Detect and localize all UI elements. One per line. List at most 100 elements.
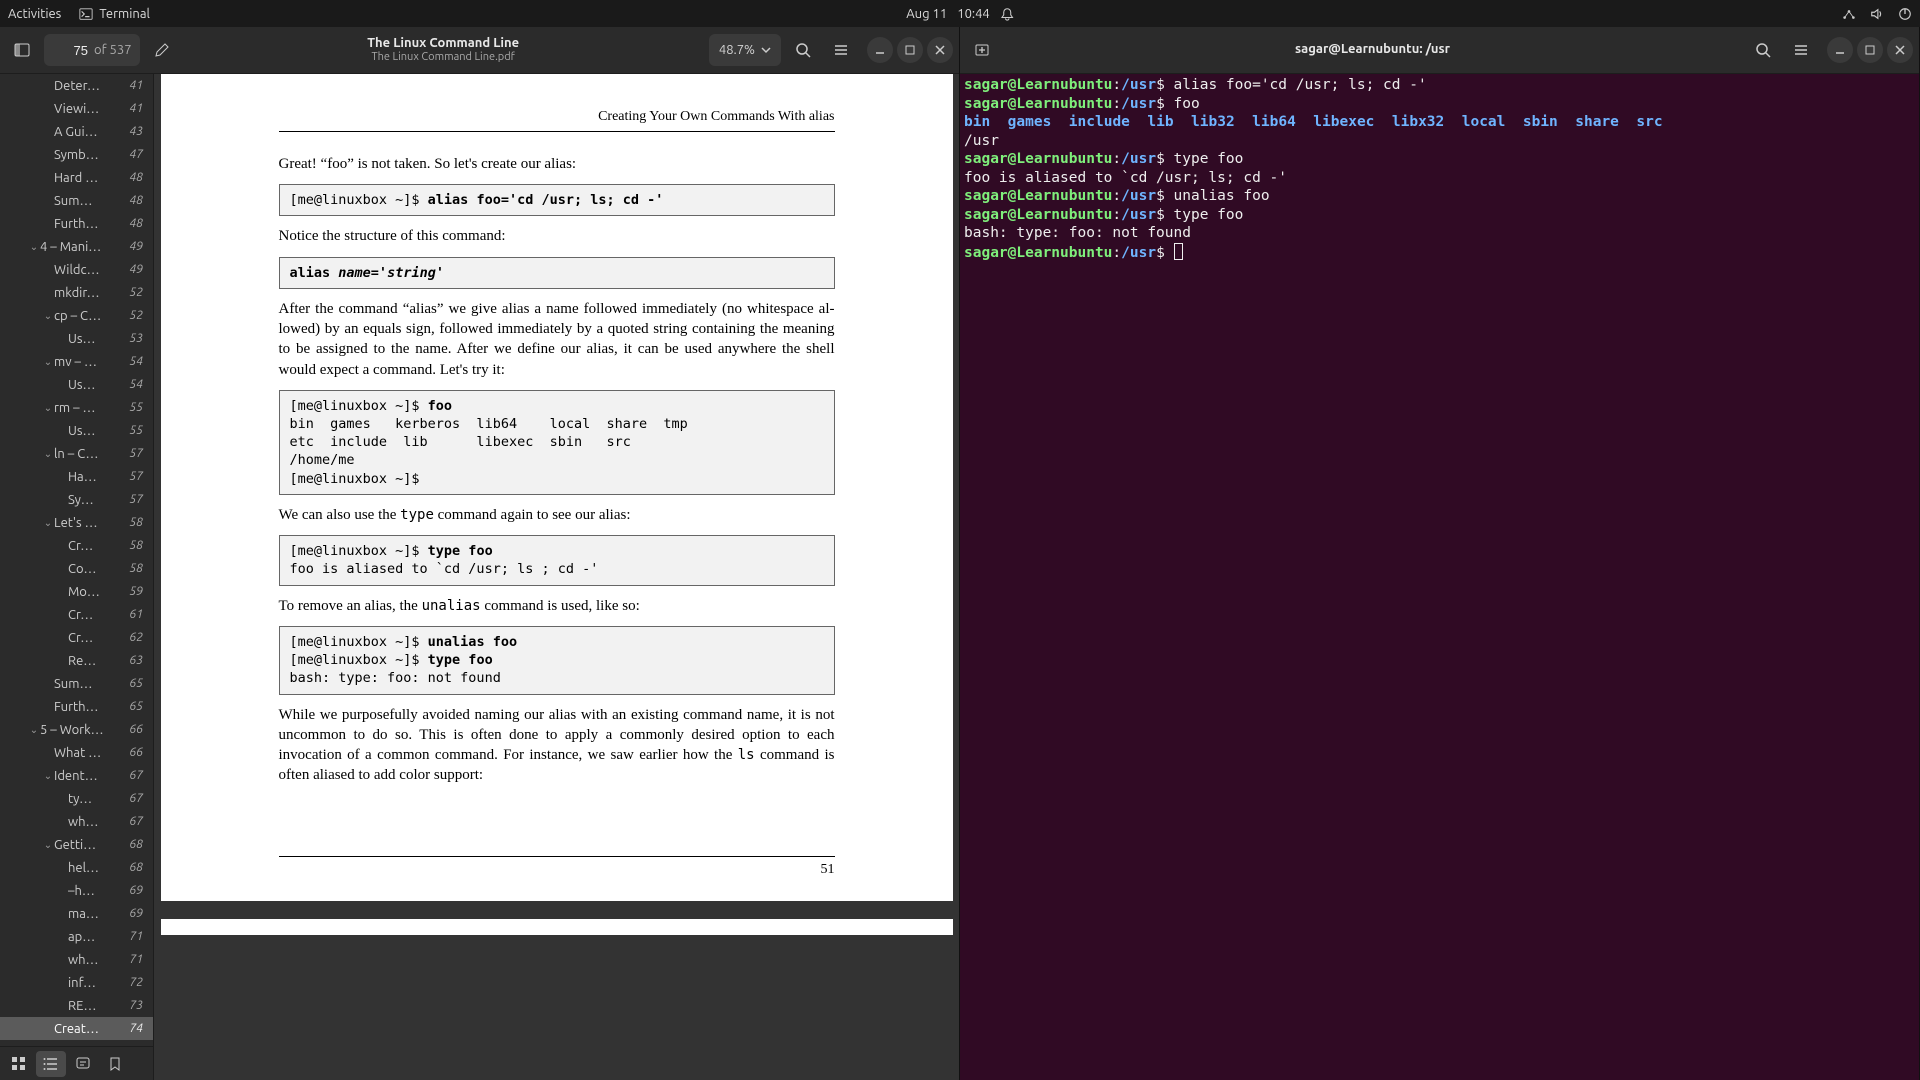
pdf-page-view[interactable]: Creating Your Own Commands With alias Gr…: [154, 74, 959, 1080]
outline-item[interactable]: hel…68: [0, 856, 153, 879]
outline-item[interactable]: wh…71: [0, 948, 153, 971]
outline-item[interactable]: Us…54: [0, 373, 153, 396]
outline-item[interactable]: Re…63: [0, 649, 153, 672]
outline-item[interactable]: ⌄5 – Work…66: [0, 718, 153, 741]
thumbnails-mode-button[interactable]: [4, 1051, 34, 1077]
expand-chevron-icon[interactable]: ⌄: [42, 517, 54, 529]
outline-item[interactable]: Furth…65: [0, 695, 153, 718]
outline-tree[interactable]: Deter…41Viewi…41A Gui…43Symb…47Hard …48S…: [0, 74, 153, 1046]
terminal-menu-button[interactable]: [1785, 34, 1817, 66]
minimize-button[interactable]: [1827, 37, 1853, 63]
expand-chevron-icon[interactable]: ⌄: [28, 241, 40, 253]
code-block-3: [me@linuxbox ~]$ foo bin games kerberos …: [279, 390, 835, 495]
outline-item-page: 63: [129, 654, 143, 667]
new-tab-button[interactable]: [966, 34, 998, 66]
expand-chevron-icon[interactable]: ⌄: [42, 448, 54, 460]
outline-item[interactable]: wh…67: [0, 810, 153, 833]
page-total-label: of 537: [92, 43, 140, 57]
outline-item[interactable]: Us…53: [0, 327, 153, 350]
outline-item-label: A Gui…: [54, 125, 129, 139]
outline-item[interactable]: Mo…59: [0, 580, 153, 603]
outline-item[interactable]: Us…55: [0, 419, 153, 442]
outline-item[interactable]: Cr…62: [0, 626, 153, 649]
expand-chevron-icon[interactable]: ⌄: [42, 839, 54, 851]
outline-item[interactable]: inf…72: [0, 971, 153, 994]
outline-item[interactable]: mkdir…52: [0, 281, 153, 304]
outline-item-page: 58: [129, 539, 143, 552]
outline-item[interactable]: Cr…58: [0, 534, 153, 557]
outline-item[interactable]: ty…67: [0, 787, 153, 810]
next-page-peek: [161, 919, 953, 935]
outline-item-page: 69: [129, 907, 143, 920]
outline-item[interactable]: ⌄Getti…68: [0, 833, 153, 856]
terminal-search-button[interactable]: [1747, 34, 1779, 66]
expand-chevron-icon[interactable]: ⌄: [42, 310, 54, 322]
outline-item[interactable]: Sum…65: [0, 672, 153, 695]
outline-item[interactable]: RE…73: [0, 994, 153, 1017]
outline-item[interactable]: Co…58: [0, 557, 153, 580]
terminal-cursor: [1174, 243, 1183, 260]
outline-item[interactable]: ⌄4 – Mani…49: [0, 235, 153, 258]
outline-item[interactable]: Ha…57: [0, 465, 153, 488]
outline-item[interactable]: Sum…48: [0, 189, 153, 212]
topbar-app-indicator[interactable]: Terminal: [79, 7, 150, 21]
outline-item[interactable]: ⌄cp – C…52: [0, 304, 153, 327]
outline-item-page: 67: [129, 815, 143, 828]
activities-button[interactable]: Activities: [8, 7, 61, 21]
search-button[interactable]: [787, 34, 819, 66]
bookmarks-mode-button[interactable]: [100, 1051, 130, 1077]
outline-item-page: 54: [129, 378, 143, 391]
close-button[interactable]: [927, 37, 953, 63]
outline-item-page: 65: [129, 677, 143, 690]
zoom-dropdown[interactable]: 48.7%: [709, 34, 781, 66]
minimize-button[interactable]: [867, 37, 893, 63]
outline-item[interactable]: Furth…48: [0, 212, 153, 235]
outline-item[interactable]: ⌄Ident…67: [0, 764, 153, 787]
outline-item[interactable]: Hard …48: [0, 166, 153, 189]
outline-item-label: Sum…: [54, 194, 129, 208]
outline-item[interactable]: ⌄mv – …54: [0, 350, 153, 373]
page-number: 51: [279, 856, 835, 880]
outline-item-label: Symb…: [54, 148, 129, 162]
terminal-body[interactable]: sagar@Learnubuntu:/usr$ alias foo='cd /u…: [960, 74, 1919, 1080]
system-status-area[interactable]: [1842, 7, 1912, 21]
topbar-clock[interactable]: Aug 11 10:44: [906, 7, 1014, 21]
outline-item[interactable]: Deter…41: [0, 74, 153, 97]
page-number-input[interactable]: [44, 43, 92, 58]
outline-item[interactable]: Sy…57: [0, 488, 153, 511]
outline-item[interactable]: –h…69: [0, 879, 153, 902]
expand-chevron-icon[interactable]: ⌄: [42, 770, 54, 782]
expand-chevron-icon[interactable]: ⌄: [42, 402, 54, 414]
outline-item[interactable]: A Gui…43: [0, 120, 153, 143]
list-icon: [43, 1056, 59, 1072]
sidebar-toggle-button[interactable]: [6, 34, 38, 66]
annotate-button[interactable]: [146, 34, 178, 66]
outline-item-label: ma…: [68, 907, 129, 921]
outline-item[interactable]: Wildc…49: [0, 258, 153, 281]
outline-item[interactable]: What …66: [0, 741, 153, 764]
outline-item[interactable]: Symb…47: [0, 143, 153, 166]
maximize-button[interactable]: [1857, 37, 1883, 63]
expand-chevron-icon[interactable]: ⌄: [42, 356, 54, 368]
outline-item[interactable]: ⌄rm – …55: [0, 396, 153, 419]
outline-item-label: mkdir…: [54, 286, 129, 300]
outline-item[interactable]: Cr…61: [0, 603, 153, 626]
outline-item[interactable]: ap…71: [0, 925, 153, 948]
outline-item-page: 71: [129, 930, 143, 943]
outline-item[interactable]: ma…69: [0, 902, 153, 925]
maximize-button[interactable]: [897, 37, 923, 63]
outline-item[interactable]: ⌄Let's …58: [0, 511, 153, 534]
outline-item-label: Co…: [68, 562, 129, 576]
zoom-value: 48.7%: [719, 43, 755, 57]
annotations-mode-button[interactable]: [68, 1051, 98, 1077]
outline-item-page: 72: [129, 976, 143, 989]
hamburger-menu-button[interactable]: [825, 34, 857, 66]
outline-item-page: 41: [129, 79, 143, 92]
outline-item-label: Getti…: [54, 838, 129, 852]
outline-mode-button[interactable]: [36, 1051, 66, 1077]
close-button[interactable]: [1887, 37, 1913, 63]
expand-chevron-icon[interactable]: ⌄: [28, 724, 40, 736]
outline-item[interactable]: ⌄ln – C…57: [0, 442, 153, 465]
outline-item[interactable]: Creat…74: [0, 1017, 153, 1040]
outline-item[interactable]: Viewi…41: [0, 97, 153, 120]
